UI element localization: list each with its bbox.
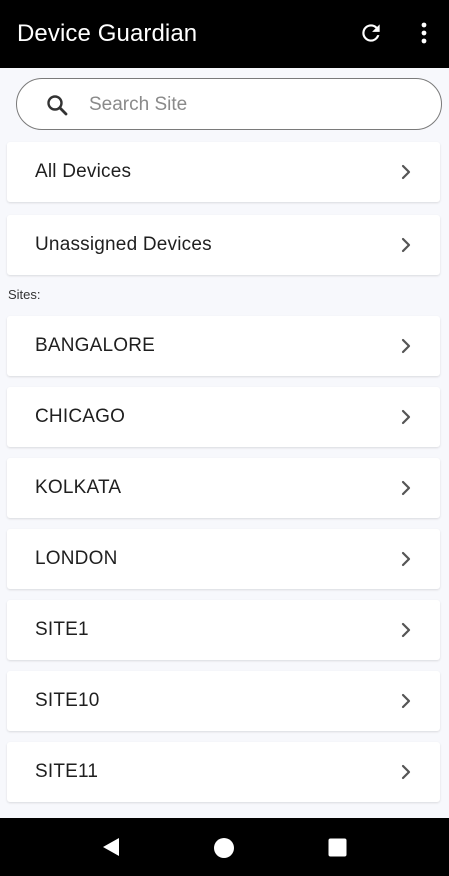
site-item-label: LONDON bbox=[35, 548, 118, 569]
app-bar: Device Guardian bbox=[0, 0, 449, 68]
chevron-right-icon bbox=[401, 693, 411, 709]
chevron-right-icon bbox=[401, 764, 411, 780]
search-bar bbox=[16, 78, 442, 130]
site-item-label: SITE1 bbox=[35, 619, 89, 640]
search-input[interactable] bbox=[87, 89, 421, 121]
site-item-label: BANGALORE bbox=[35, 335, 156, 356]
all-devices-item[interactable]: All Devices bbox=[7, 142, 440, 202]
site-item-kolkata[interactable]: KOLKATA bbox=[7, 458, 440, 518]
site-item-bangalore[interactable]: BANGALORE bbox=[7, 316, 440, 376]
chevron-right-icon bbox=[401, 237, 411, 253]
chevron-right-icon bbox=[401, 338, 411, 354]
chevron-right-icon bbox=[401, 622, 411, 638]
system-nav-bar bbox=[0, 818, 449, 876]
site-item-label: SITE11 bbox=[35, 761, 99, 782]
chevron-right-icon bbox=[401, 164, 411, 180]
nav-back-icon[interactable] bbox=[100, 836, 122, 858]
unassigned-devices-item[interactable]: Unassigned Devices bbox=[7, 215, 440, 275]
site-item-label: SITE10 bbox=[35, 690, 100, 711]
nav-recents-icon[interactable] bbox=[328, 838, 347, 857]
site-item-label: CHICAGO bbox=[35, 406, 126, 427]
chevron-right-icon bbox=[401, 409, 411, 425]
site-item-site10[interactable]: SITE10 bbox=[7, 671, 440, 731]
sites-section-label: Sites: bbox=[8, 287, 41, 302]
refresh-button[interactable] bbox=[356, 18, 386, 48]
search-icon bbox=[47, 95, 68, 116]
chevron-right-icon bbox=[401, 480, 411, 496]
site-item-site11[interactable]: SITE11 bbox=[7, 742, 440, 802]
site-item-site1[interactable]: SITE1 bbox=[7, 600, 440, 660]
chevron-right-icon bbox=[401, 551, 411, 567]
site-item-london[interactable]: LONDON bbox=[7, 529, 440, 589]
app-title: Device Guardian bbox=[17, 20, 198, 47]
more-options-button[interactable] bbox=[410, 18, 438, 48]
unassigned-devices-label: Unassigned Devices bbox=[35, 234, 212, 255]
site-item-label: KOLKATA bbox=[35, 477, 122, 498]
more-vert-icon bbox=[421, 22, 427, 44]
site-item-chicago[interactable]: CHICAGO bbox=[7, 387, 440, 447]
refresh-icon bbox=[362, 24, 380, 42]
all-devices-label: All Devices bbox=[35, 161, 132, 182]
nav-home-icon[interactable] bbox=[213, 837, 235, 859]
